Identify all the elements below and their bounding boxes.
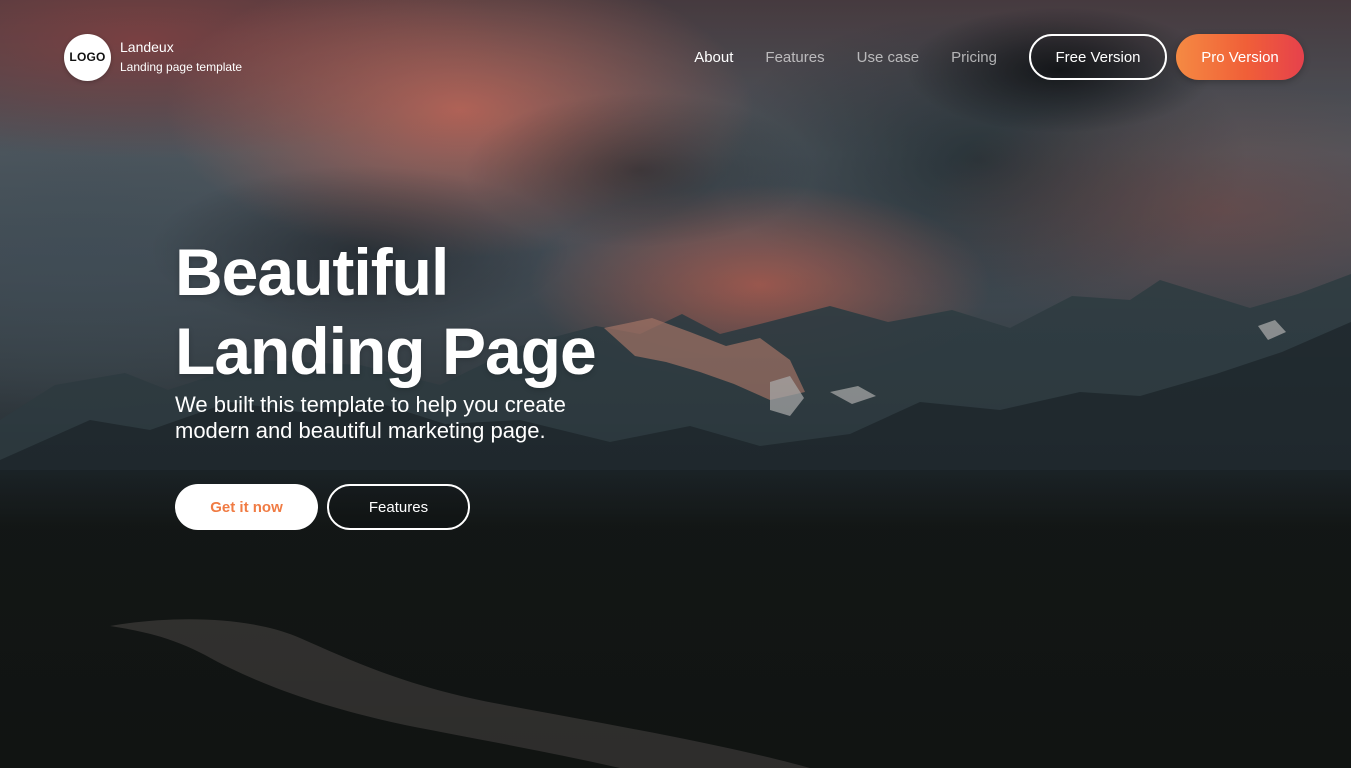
hero-section: LOGO Landeux Landing page template About… — [0, 0, 1351, 768]
get-it-now-button[interactable]: Get it now — [175, 484, 318, 530]
hero-title-line-2: Landing Page — [175, 314, 597, 388]
brand-block[interactable]: LOGO Landeux Landing page template — [64, 33, 243, 81]
brand-subtitle: Landing page template — [120, 59, 243, 74]
nav-link-pricing[interactable]: Pricing — [951, 49, 997, 66]
brand-name: Landeux — [120, 39, 174, 56]
hero-subtitle-line-2: modern and beautiful marketing page. — [175, 418, 546, 443]
pro-version-button[interactable]: Pro Version — [1176, 34, 1304, 80]
hero-content: Beautiful Landing Page We built this tem… — [175, 233, 695, 530]
hero-subtitle-line-1: We built this template to help you creat… — [175, 392, 566, 417]
nav-link-features[interactable]: Features — [765, 49, 824, 66]
hero-title: Beautiful Landing Page — [175, 233, 695, 391]
main-navigation: About Features Use case Pricing Free Ver… — [694, 34, 1304, 80]
features-button[interactable]: Features — [327, 484, 470, 530]
nav-link-about[interactable]: About — [694, 49, 733, 66]
top-navigation-bar: LOGO Landeux Landing page template About… — [64, 32, 1304, 82]
logo-badge[interactable]: LOGO — [64, 33, 111, 81]
hero-title-line-1: Beautiful — [175, 235, 449, 309]
hero-subtitle: We built this template to help you creat… — [175, 392, 695, 444]
brand-text: Landeux Landing page template — [120, 39, 243, 74]
hero-cta-row: Get it now Features — [175, 484, 695, 530]
free-version-button[interactable]: Free Version — [1029, 34, 1167, 80]
nav-link-use-case[interactable]: Use case — [857, 49, 920, 66]
